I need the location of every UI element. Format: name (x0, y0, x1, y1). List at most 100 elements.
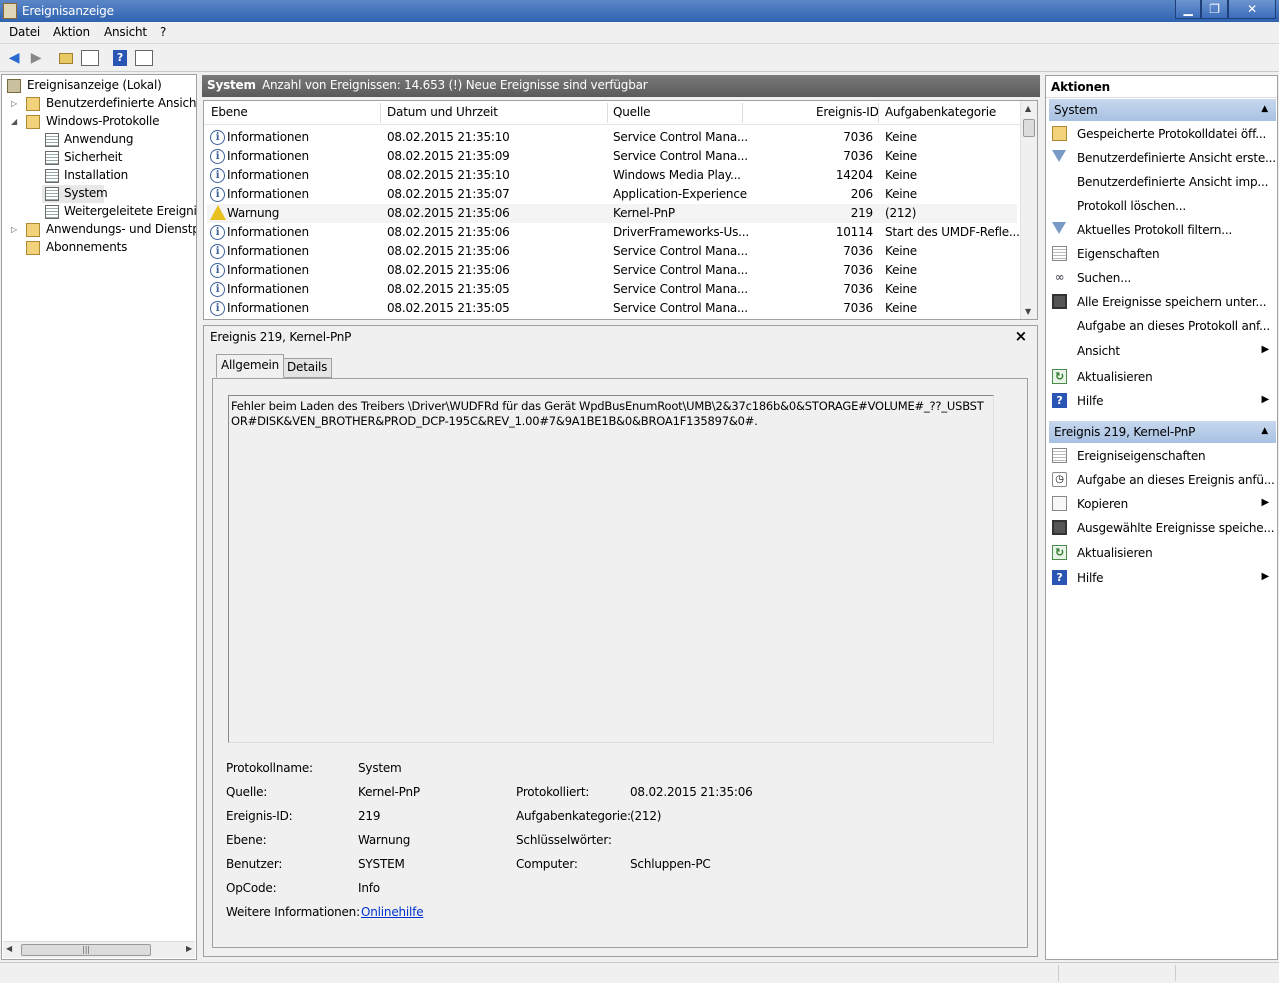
event-message[interactable]: Fehler beim Laden des Treibers \Driver\W… (228, 395, 994, 743)
value-log-name[interactable]: System (358, 761, 402, 775)
action-label: Aktualisieren (1077, 370, 1153, 384)
action-alle-ereignisse-speichern-unter[interactable]: Alle Ereignisse speichern unter... (1046, 291, 1277, 313)
online-help-link[interactable]: Onlinehilfe (361, 905, 424, 919)
table-row[interactable]: i Informationen 08.02.2015 21:35:06 Service… (207, 242, 1017, 261)
folder-up-icon[interactable] (56, 48, 76, 68)
action-gespeicherte-protokolldatei-öff[interactable]: Gespeicherte Protokolldatei öff... (1046, 123, 1277, 145)
column-level[interactable]: Ebene (211, 105, 248, 119)
table-row[interactable]: i Informationen 08.02.2015 21:35:07 Applica… (207, 185, 1017, 204)
close-button[interactable]: ✕ (1228, 0, 1276, 19)
action-eigenschaften[interactable]: Eigenschaften (1046, 243, 1277, 265)
tree-item-forwarded[interactable]: Weitergeleitete Ereignisse (42, 203, 196, 221)
action-aufgabe-an-dieses-protokoll-anf[interactable]: Aufgabe an dieses Protokoll anf... (1046, 315, 1277, 337)
action-aktualisieren[interactable]: ↻ Aktualisieren (1046, 542, 1277, 564)
action-aktuelles-protokoll-filtern[interactable]: Aktuelles Protokoll filtern... (1046, 219, 1277, 241)
action-ansicht[interactable]: Ansicht ▶ (1046, 340, 1277, 362)
section-system[interactable]: System ▲ (1049, 99, 1276, 121)
scroll-down-icon[interactable]: ▼ (1025, 307, 1031, 316)
action-hilfe[interactable]: ? Hilfe ▶ (1046, 567, 1277, 589)
value-source[interactable]: Kernel-PnP (358, 785, 420, 799)
cell-event-id: 7036 (843, 130, 873, 144)
value-computer[interactable]: Schluppen-PC (630, 857, 711, 871)
event-detail-pane: Ereignis 219, Kernel-PnP × Allgemein Det… (203, 325, 1038, 957)
tree-app-services[interactable]: ▷ Anwendungs- und Dienstprotokolle (6, 221, 196, 239)
action-label: Ausgewählte Ereignisse speiche... (1077, 521, 1275, 535)
action-aktualisieren[interactable]: ↻ Aktualisieren (1046, 366, 1277, 388)
tab-general[interactable]: Allgemein (216, 354, 285, 378)
action-protokoll-löschen[interactable]: Protokoll löschen... (1046, 195, 1277, 217)
table-row[interactable]: i Informationen 08.02.2015 21:35:05 Service… (207, 280, 1017, 299)
value-event-id[interactable]: 219 (358, 809, 381, 823)
event-list: Ebene Datum und Uhrzeit Quelle Ereignis-… (203, 100, 1038, 320)
column-category[interactable]: Aufgabenkategorie (885, 105, 996, 119)
section-event[interactable]: Ereignis 219, Kernel-PnP ▲ (1049, 421, 1276, 443)
action-label: Benutzerdefinierte Ansicht erste... (1077, 151, 1276, 165)
close-icon[interactable]: × (1015, 327, 1028, 345)
table-row[interactable]: i Informationen 08.02.2015 21:35:09 Service… (207, 147, 1017, 166)
action-label: Kopieren (1077, 497, 1129, 511)
scroll-left-icon[interactable]: ◀ (6, 944, 12, 953)
value-opcode[interactable]: Info (358, 881, 380, 895)
tree-item-system[interactable]: System (42, 185, 108, 203)
table-row[interactable]: Warnung 08.02.2015 21:35:06 Kernel-PnP 219 (… (207, 204, 1017, 223)
column-date[interactable]: Datum und Uhrzeit (387, 105, 498, 119)
cell-date: 08.02.2015 21:35:10 (387, 168, 510, 182)
column-event-id[interactable]: Ereignis-ID (816, 105, 879, 119)
menu-datei[interactable]: Datei (9, 25, 40, 39)
table-row[interactable]: i Informationen 08.02.2015 21:35:10 Windows… (207, 166, 1017, 185)
action-ausgewählte-ereignisse-speiche[interactable]: Ausgewählte Ereignisse speiche... (1046, 517, 1277, 539)
menu-ansicht[interactable]: Ansicht (104, 25, 147, 39)
action-benutzerdefinierte-ansicht-imp[interactable]: Benutzerdefinierte Ansicht imp... (1046, 171, 1277, 193)
scroll-right-icon[interactable]: ▶ (186, 944, 192, 953)
maximize-button[interactable]: ❐ (1201, 0, 1228, 19)
table-row[interactable]: i Informationen 08.02.2015 21:35:05 Service… (207, 299, 1017, 318)
horizontal-scrollbar[interactable]: ◀ ||| ▶ (3, 941, 195, 958)
title-bar[interactable]: Ereignisanzeige ▁ ❐ ✕ (0, 0, 1279, 22)
submenu-arrow-icon: ▶ (1261, 344, 1270, 355)
minimize-button[interactable]: ▁ (1175, 0, 1201, 19)
scroll-up-icon[interactable]: ▲ (1025, 104, 1031, 113)
info-icon: i (210, 244, 225, 259)
value-user[interactable]: SYSTEM (358, 857, 405, 871)
help-icon[interactable]: ? (110, 48, 130, 68)
column-source[interactable]: Quelle (613, 105, 650, 119)
filter-icon (1052, 222, 1066, 234)
value-task-category[interactable]: (212) (630, 809, 661, 823)
table-row[interactable]: i Informationen 08.02.2015 21:35:06 DriverF… (207, 223, 1020, 242)
cell-source: Windows Media Play... (613, 168, 741, 182)
show-tree-icon[interactable] (80, 48, 100, 68)
action-suchen[interactable]: ∞ Suchen... (1046, 267, 1277, 289)
table-row[interactable]: i Informationen 08.02.2015 21:35:06 Service… (207, 261, 1017, 280)
value-logged[interactable]: 08.02.2015 21:35:06 (630, 785, 753, 799)
table-row[interactable]: i Informationen 08.02.2015 21:35:10 Service… (207, 128, 1017, 147)
cell-level: Warnung (227, 206, 280, 220)
collapse-icon[interactable]: ◢ (11, 113, 17, 130)
action-aufgabe-an-dieses-ereignis-anfü[interactable]: ◷ Aufgabe an dieses Ereignis anfü... (1046, 469, 1277, 491)
collapse-icon[interactable]: ▲ (1261, 104, 1268, 114)
value-level[interactable]: Warnung (358, 833, 410, 847)
action-benutzerdefinierte-ansicht-erste[interactable]: Benutzerdefinierte Ansicht erste... (1046, 147, 1277, 169)
tab-details[interactable]: Details (282, 358, 333, 378)
scroll-thumb[interactable] (1023, 119, 1035, 137)
menu-help[interactable]: ? (160, 25, 166, 39)
cell-level: Informationen (227, 225, 309, 239)
forward-icon[interactable]: ▶ (26, 48, 46, 68)
action-ereigniseigenschaften[interactable]: Ereigniseigenschaften (1046, 445, 1277, 467)
vertical-scrollbar[interactable]: ▲ ▼ (1020, 101, 1037, 319)
action-hilfe[interactable]: ? Hilfe ▶ (1046, 390, 1277, 412)
action-kopieren[interactable]: Kopieren ▶ (1046, 493, 1277, 515)
expand-icon[interactable]: ▷ (11, 95, 17, 112)
scroll-thumb[interactable]: ||| (21, 944, 151, 956)
detail-title: Ereignis 219, Kernel-PnP (210, 330, 352, 344)
cell-source: DriverFrameworks-Us... (613, 225, 750, 239)
cell-category: Keine (885, 168, 917, 182)
info-icon: i (210, 301, 225, 316)
expand-icon[interactable]: ▷ (11, 221, 17, 238)
collapse-icon[interactable]: ▲ (1261, 426, 1268, 436)
back-icon[interactable]: ◀ (4, 48, 24, 68)
action-label: Suchen... (1077, 271, 1132, 285)
tree-custom-views[interactable]: ▷ Benutzerdefinierte Ansichten (6, 95, 196, 113)
menu-aktion[interactable]: Aktion (53, 25, 90, 39)
label-source: Quelle: (226, 785, 268, 799)
show-actions-icon[interactable] (134, 48, 154, 68)
